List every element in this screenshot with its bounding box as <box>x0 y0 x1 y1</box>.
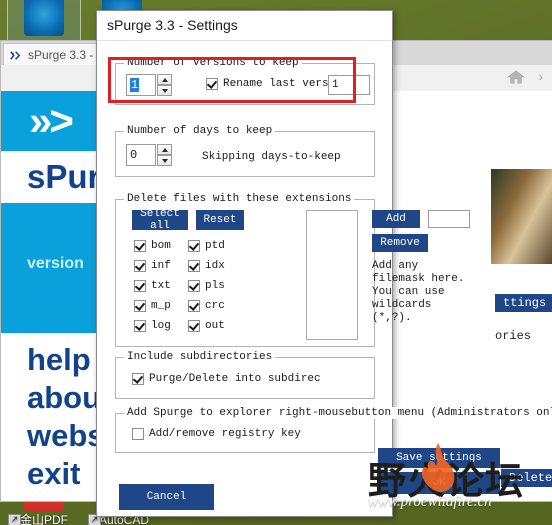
days-status-text: Skipping days-to-keep <box>202 151 341 163</box>
extension-checkbox-m_p[interactable]: m_p <box>134 300 171 312</box>
spinner-down-icon[interactable] <box>157 85 172 96</box>
extension-label: log <box>151 320 171 332</box>
rename-value-input[interactable]: 1 <box>328 75 370 95</box>
settings-dialog[interactable]: sPurge 3.3 - Settings Number of versions… <box>96 10 552 517</box>
spinner-up-icon[interactable] <box>157 74 172 85</box>
behind-settings-button[interactable]: ttings <box>495 294 552 312</box>
extension-checkbox-crc[interactable]: crc <box>188 300 225 312</box>
behind-delete-button[interactable]: Delete <box>501 469 552 487</box>
extension-label: m_p <box>151 300 171 312</box>
extension-checkbox-txt[interactable]: txt <box>134 280 171 292</box>
checkbox-icon <box>134 280 146 292</box>
page-photo-thumbnail <box>491 169 552 264</box>
screen: Microsoft Edge I E ↗ 金山PDF ↗ AutoCAD <box>0 0 552 525</box>
filemask-input[interactable] <box>428 210 470 228</box>
dialog-body: Number of versions to keep 1 Rename last… <box>97 41 552 516</box>
add-remove-registry-key-checkbox[interactable]: Add/remove registry key <box>132 428 301 440</box>
spurge-favicon <box>9 48 24 63</box>
extension-label: ptd <box>205 240 225 252</box>
edge-icon <box>24 0 64 36</box>
checkbox-icon <box>134 240 146 252</box>
chevron-right-icon[interactable]: › <box>539 69 543 84</box>
extension-checkbox-idx[interactable]: idx <box>188 260 225 272</box>
add-button[interactable]: Add <box>372 210 420 228</box>
extension-label: bom <box>151 240 171 252</box>
shortcut-arrow-icon: ↗ <box>8 514 21 525</box>
checkbox-icon <box>188 240 200 252</box>
extension-label: out <box>205 320 225 332</box>
checkbox-icon <box>206 78 218 90</box>
extension-checkbox-pls[interactable]: pls <box>188 280 225 292</box>
days-to-keep-group: Number of days to keep 0 Skipping days-t… <box>115 125 375 177</box>
subdirectories-group-title: Include subdirectories <box>124 351 276 363</box>
remove-button[interactable]: Remove <box>372 234 428 252</box>
days-group-title: Number of days to keep <box>124 125 276 137</box>
extension-label: inf <box>151 260 171 272</box>
days-spinner-input[interactable]: 0 <box>126 144 156 166</box>
versions-spinner-buttons[interactable] <box>157 74 172 96</box>
registry-group-title: Add Spurge to explorer right-mousebutton… <box>124 407 552 419</box>
cancel-button[interactable]: Cancel <box>119 484 214 510</box>
add-remove-registry-key-label: Add/remove registry key <box>149 428 301 440</box>
home-icon[interactable] <box>507 69 525 85</box>
extension-checkbox-out[interactable]: out <box>188 320 225 332</box>
purge-into-subdirectories-checkbox[interactable]: Purge/Delete into subdirec <box>132 373 321 385</box>
extension-checkbox-inf[interactable]: inf <box>134 260 171 272</box>
checkbox-icon <box>188 260 200 272</box>
registry-group: Add Spurge to explorer right-mousebutton… <box>115 407 552 453</box>
extension-label: pls <box>205 280 225 292</box>
browser-tab-spurge[interactable]: sPurge 3.3 - <box>3 43 105 66</box>
checkbox-icon <box>134 260 146 272</box>
versions-spinner-value: 1 <box>130 78 140 92</box>
behind-directories-text: ories <box>495 329 532 343</box>
extension-checkbox-bom[interactable]: bom <box>134 240 171 252</box>
spurge-logo-icon: »> <box>29 97 74 144</box>
site-version-label: version <box>27 255 84 272</box>
extension-label: idx <box>205 260 225 272</box>
filemask-help-text: Add any filemask here. You can use wildc… <box>372 260 465 324</box>
select-all-button[interactable]: Select all <box>132 208 188 232</box>
reset-button[interactable]: Reset <box>196 210 244 230</box>
save-settings-button[interactable]: Save settings <box>378 448 500 468</box>
extension-label: txt <box>151 280 171 292</box>
purge-into-subdirectories-label: Purge/Delete into subdirec <box>149 373 321 385</box>
extensions-group-title: Delete files with these extensions <box>124 193 355 205</box>
filemask-listbox[interactable] <box>306 210 358 340</box>
checkbox-icon <box>188 320 200 332</box>
days-spinner-buttons[interactable] <box>157 144 172 166</box>
days-spinner[interactable]: 0 <box>126 144 172 166</box>
versions-to-keep-group: Number of versions to keep 1 Rename last… <box>115 57 375 105</box>
ok-button[interactable]: OK <box>378 472 500 494</box>
checkbox-icon <box>132 373 144 385</box>
extension-checkbox-log[interactable]: log <box>134 320 171 332</box>
extensions-group: Delete files with these extensions Selec… <box>115 193 470 347</box>
versions-group-title: Number of versions to keep <box>124 57 302 69</box>
spinner-up-icon[interactable] <box>157 144 172 155</box>
subdirectories-group: Include subdirectories Purge/Delete into… <box>115 351 375 399</box>
spinner-down-icon[interactable] <box>157 155 172 166</box>
dialog-title: sPurge 3.3 - Settings <box>107 17 238 33</box>
versions-spinner[interactable]: 1 <box>126 74 172 96</box>
dialog-titlebar[interactable]: sPurge 3.3 - Settings <box>97 11 392 41</box>
versions-spinner-input[interactable]: 1 <box>126 74 156 96</box>
checkbox-icon <box>188 300 200 312</box>
checkbox-icon <box>134 320 146 332</box>
extension-checkbox-ptd[interactable]: ptd <box>188 240 225 252</box>
browser-tab-label: sPurge 3.3 - <box>28 48 94 62</box>
checkbox-icon <box>188 280 200 292</box>
extension-label: crc <box>205 300 225 312</box>
checkbox-icon <box>134 300 146 312</box>
checkbox-icon <box>132 428 144 440</box>
